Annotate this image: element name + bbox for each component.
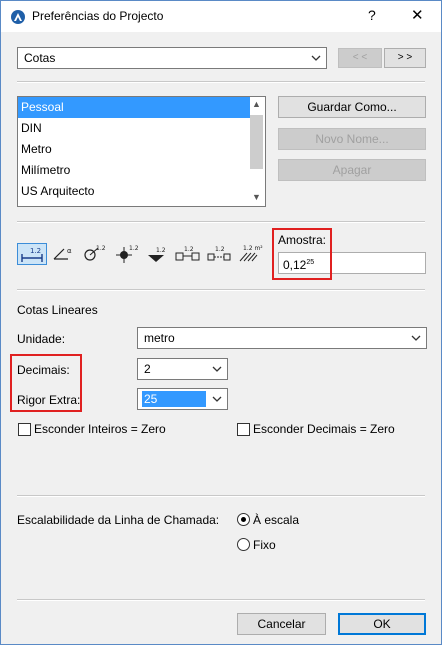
- elevation-dimension-icon[interactable]: 1.2: [141, 243, 171, 265]
- sample-highlight-frame: [272, 228, 332, 280]
- app-logo-icon: [11, 10, 25, 24]
- svg-text:1.2: 1.2: [30, 247, 41, 255]
- delete-label: Apagar: [332, 163, 372, 177]
- window-title: Preferências do Projecto: [32, 9, 164, 23]
- chevron-down-icon: [212, 396, 222, 402]
- list-item[interactable]: Pessoal: [18, 97, 250, 118]
- cancel-button[interactable]: Cancelar: [237, 613, 326, 635]
- linear-dimension-icon[interactable]: 1.2: [17, 243, 47, 265]
- extra-precision-value: 25: [142, 391, 206, 407]
- radio-selected-dot: [241, 517, 246, 522]
- divider: [17, 495, 425, 497]
- extra-precision-select[interactable]: 25: [137, 388, 228, 410]
- list-scrollbar[interactable]: ▲ ▼: [249, 97, 265, 206]
- list-item[interactable]: Metro: [18, 139, 250, 160]
- unit-label: Unidade:: [17, 332, 66, 346]
- divider: [17, 221, 425, 223]
- level-dimension-icon[interactable]: 1.2: [111, 243, 141, 265]
- sill-height-dimension-icon[interactable]: 1.2: [205, 243, 235, 265]
- next-button-label: > >: [397, 52, 413, 63]
- chevron-down-icon: [212, 366, 222, 372]
- unit-select[interactable]: metro: [137, 327, 427, 349]
- scroll-up-icon[interactable]: ▲: [252, 99, 261, 109]
- list-item[interactable]: DIN: [18, 118, 250, 139]
- radial-dimension-icon[interactable]: 1.2: [79, 243, 109, 265]
- chevron-down-icon: [411, 335, 421, 341]
- preferences-dialog: Preferências do Projecto ? ✕ Cotas < < >…: [0, 0, 442, 645]
- to-scale-label[interactable]: À escala: [253, 513, 299, 527]
- preset-list[interactable]: Pessoal DIN Metro Milímetro US Arquitect…: [17, 96, 266, 207]
- hide-decimal-checkbox[interactable]: [237, 423, 250, 436]
- divider: [17, 289, 425, 291]
- chevron-down-icon: [311, 55, 321, 61]
- svg-text:1.2: 1.2: [184, 246, 194, 253]
- svg-text:1.2 m²: 1.2 m²: [243, 245, 263, 252]
- svg-text:1.2: 1.2: [156, 247, 166, 254]
- new-name-button[interactable]: Novo Nome...: [278, 128, 426, 150]
- hide-integer-checkbox[interactable]: [18, 423, 31, 436]
- svg-text:α: α: [67, 247, 72, 255]
- previous-button[interactable]: < <: [338, 48, 382, 68]
- door-window-dimension-icon[interactable]: 1.2: [173, 243, 203, 265]
- svg-text:1.2: 1.2: [215, 246, 225, 253]
- divider: [17, 81, 425, 83]
- category-select-value: Cotas: [24, 51, 56, 65]
- close-button[interactable]: ✕: [411, 6, 424, 24]
- radio-to-scale[interactable]: [237, 513, 250, 526]
- ok-button[interactable]: OK: [338, 613, 426, 635]
- category-select[interactable]: Cotas: [17, 47, 327, 69]
- previous-button-label: < <: [352, 52, 368, 63]
- unit-select-value: metro: [144, 331, 175, 345]
- new-name-label: Novo Nome...: [315, 132, 389, 146]
- section-title: Cotas Lineares: [17, 303, 98, 317]
- divider: [17, 599, 425, 601]
- scroll-thumb[interactable]: [250, 115, 263, 169]
- ok-label: OK: [373, 617, 391, 631]
- fixed-label[interactable]: Fixo: [253, 538, 276, 552]
- decimals-highlight-frame: [10, 354, 82, 412]
- cancel-label: Cancelar: [257, 617, 306, 631]
- radio-fixed[interactable]: [237, 538, 250, 551]
- title-bar: Preferências do Projecto ? ✕: [1, 1, 441, 32]
- help-button[interactable]: ?: [368, 7, 376, 23]
- decimals-select[interactable]: 2: [137, 358, 228, 380]
- list-item[interactable]: Milímetro: [18, 160, 250, 181]
- leader-scaling-label: Escalabilidade da Linha de Chamada:: [17, 513, 220, 527]
- list-item[interactable]: US Arquitecto: [18, 181, 250, 202]
- scroll-down-icon[interactable]: ▼: [252, 192, 261, 202]
- save-as-label: Guardar Como...: [307, 100, 397, 114]
- next-button[interactable]: > >: [384, 48, 426, 68]
- angular-dimension-icon[interactable]: α: [49, 243, 79, 265]
- svg-text:1.2: 1.2: [96, 245, 106, 252]
- decimals-select-value: 2: [144, 362, 151, 376]
- hide-decimal-label[interactable]: Esconder Decimais = Zero: [253, 422, 395, 436]
- svg-text:1.2: 1.2: [129, 245, 139, 252]
- save-as-button[interactable]: Guardar Como...: [278, 96, 426, 118]
- hide-integer-label[interactable]: Esconder Inteiros = Zero: [34, 422, 166, 436]
- delete-button[interactable]: Apagar: [278, 159, 426, 181]
- area-dimension-icon[interactable]: 1.2 m²: [236, 243, 266, 265]
